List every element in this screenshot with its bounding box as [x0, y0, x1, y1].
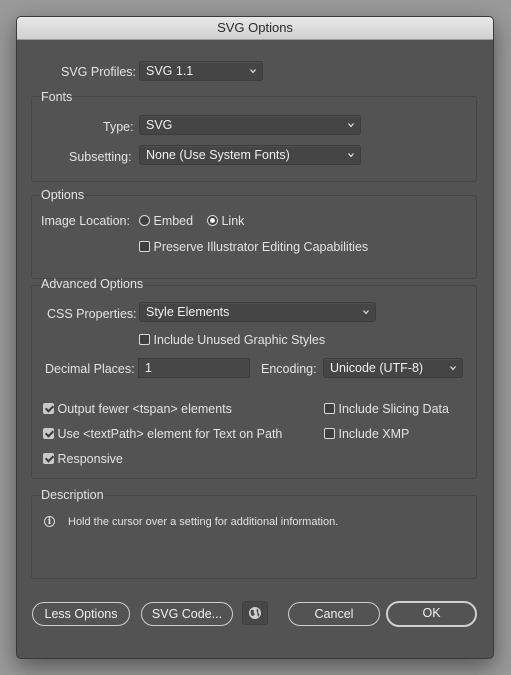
fewer-tspan-label: Output fewer <tspan> elements — [57, 402, 232, 416]
textpath-box[interactable] — [43, 428, 54, 439]
textpath-checkbox[interactable]: Use <textPath> element for Text on Path — [43, 427, 282, 441]
fewer-tspan-checkbox[interactable]: Output fewer <tspan> elements — [43, 402, 232, 416]
preserve-editing-box[interactable] — [139, 241, 150, 252]
cancel-button[interactable]: Cancel — [288, 602, 380, 626]
unused-styles-label: Include Unused Graphic Styles — [153, 333, 326, 347]
css-properties-select[interactable]: Style Elements — [139, 302, 376, 322]
description-group — [31, 495, 477, 579]
preserve-editing-checkbox[interactable]: Preserve Illustrator Editing Capabilitie… — [139, 240, 368, 254]
slicing-data-box[interactable] — [324, 403, 335, 414]
options-group-title: Options — [41, 188, 85, 202]
fewer-tspan-box[interactable] — [43, 403, 54, 414]
preserve-editing-label: Preserve Illustrator Editing Capabilitie… — [153, 240, 369, 254]
ok-button[interactable]: OK — [386, 601, 477, 627]
chevron-down-icon — [363, 310, 369, 315]
globe-icon — [249, 607, 261, 619]
unused-styles-box[interactable] — [139, 334, 150, 345]
advanced-options-group-title: Advanced Options — [41, 277, 144, 291]
window-title: SVG Options — [17, 17, 493, 40]
svg-code-button[interactable]: SVG Code... — [141, 602, 233, 626]
responsive-box[interactable] — [43, 453, 54, 464]
svg-profiles-label: SVG Profiles: — [61, 65, 137, 79]
description-text: Hold the cursor over a setting for addit… — [68, 516, 339, 528]
css-properties-label: CSS Properties: — [47, 307, 137, 321]
css-properties-value: Style Elements — [146, 305, 230, 319]
link-label: Link — [221, 214, 245, 228]
font-type-label: Type: — [103, 120, 134, 134]
embed-radio-button[interactable] — [139, 215, 150, 226]
decimal-places-value: 1 — [145, 361, 152, 375]
encoding-value: Unicode (UTF-8) — [330, 361, 424, 375]
fonts-group-title: Fonts — [41, 90, 73, 104]
encoding-label: Encoding: — [261, 362, 317, 376]
embed-label: Embed — [153, 214, 194, 228]
subsetting-label: Subsetting: — [69, 150, 132, 164]
fonts-group — [31, 96, 477, 182]
less-options-button[interactable]: Less Options — [32, 602, 130, 626]
slicing-data-checkbox[interactable]: Include Slicing Data — [324, 402, 449, 416]
link-radio[interactable]: Link — [207, 214, 244, 228]
svg-profiles-value: SVG 1.1 — [146, 64, 194, 78]
link-radio-button[interactable] — [207, 215, 218, 226]
responsive-checkbox[interactable]: Responsive — [43, 452, 123, 466]
chevron-down-icon — [450, 366, 456, 371]
textpath-label: Use <textPath> element for Text on Path — [57, 427, 283, 441]
decimal-places-label: Decimal Places: — [45, 362, 135, 376]
include-xmp-box[interactable] — [324, 428, 335, 439]
svg-options-dialog: SVG Options SVG Profiles: SVG 1.1 Fonts … — [16, 16, 494, 659]
info-icon: i — [44, 516, 55, 527]
font-type-value: SVG — [146, 118, 173, 132]
svg-profiles-select[interactable]: SVG 1.1 — [139, 61, 263, 81]
include-xmp-checkbox[interactable]: Include XMP — [324, 427, 409, 441]
embed-radio[interactable]: Embed — [139, 214, 193, 228]
decimal-places-input[interactable]: 1 — [138, 358, 250, 378]
encoding-select[interactable]: Unicode (UTF-8) — [323, 358, 463, 378]
subsetting-select[interactable]: None (Use System Fonts) — [139, 145, 361, 165]
options-group — [31, 195, 477, 279]
chevron-down-icon — [348, 123, 354, 128]
font-type-select[interactable]: SVG — [139, 115, 361, 135]
chevron-down-icon — [250, 69, 256, 74]
web-preview-button[interactable] — [242, 601, 268, 625]
image-location-label: Image Location: — [41, 214, 130, 228]
responsive-label: Responsive — [57, 452, 123, 466]
include-xmp-label: Include XMP — [338, 427, 410, 441]
description-group-title: Description — [41, 488, 104, 502]
subsetting-value: None (Use System Fonts) — [146, 148, 290, 162]
chevron-down-icon — [348, 153, 354, 158]
slicing-data-label: Include Slicing Data — [338, 402, 449, 416]
unused-styles-checkbox[interactable]: Include Unused Graphic Styles — [139, 333, 325, 347]
